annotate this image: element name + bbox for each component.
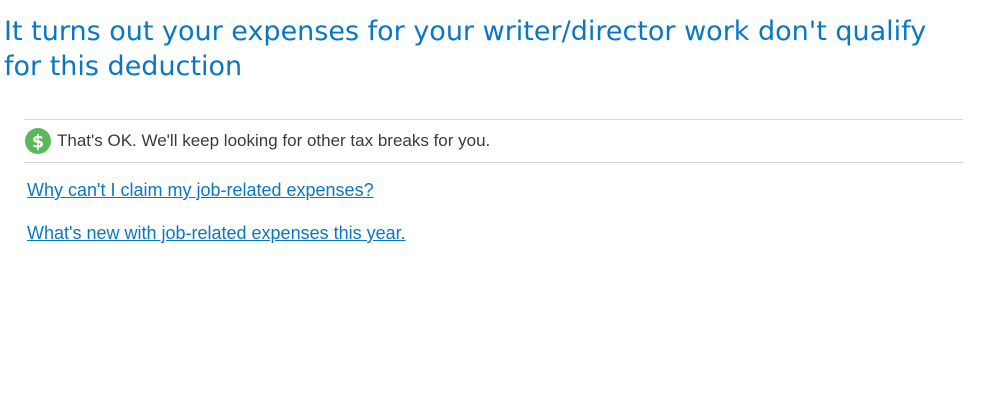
whats-new-link[interactable]: What's new with job-related expenses thi… [27, 223, 406, 244]
info-box: $ That's OK. We'll keep looking for othe… [24, 119, 963, 163]
svg-text:$: $ [32, 132, 45, 153]
dollar-icon: $ [25, 128, 51, 154]
info-message: That's OK. We'll keep looking for other … [57, 131, 491, 150]
page-title: It turns out your expenses for your writ… [4, 16, 927, 82]
why-cant-claim-link[interactable]: Why can't I claim my job-related expense… [27, 180, 374, 201]
